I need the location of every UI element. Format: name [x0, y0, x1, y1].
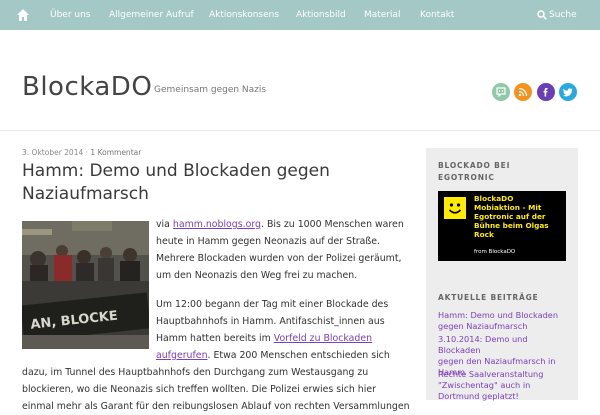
- post-image: AN, BLOCKE: [22, 221, 149, 349]
- rss-icon: [518, 87, 528, 97]
- recent-post-link[interactable]: Hamm: Demo und Blockaden gegen Naziaufma…: [438, 310, 572, 332]
- smiley-icon: [444, 197, 466, 219]
- recent-post-line: Rechte Saalveranstaltung: [438, 369, 544, 379]
- post-title-line-1: Hamm: Demo und Blockaden gegen: [22, 161, 330, 181]
- nav-item-material[interactable]: Material: [364, 0, 401, 30]
- source-link[interactable]: hamm.noblogs.org: [173, 219, 261, 230]
- recent-post-line: "Zwischentag" auch in: [438, 380, 531, 390]
- post-body-line: einmal mehr als Garant für den reibungsl…: [22, 401, 410, 412]
- twitter-link[interactable]: [559, 83, 577, 101]
- search-label: Suche: [549, 10, 577, 20]
- promo-text-line: Bühne beim Olgas: [474, 221, 549, 230]
- recent-post-line: Hamm: Demo und Blockaden: [438, 310, 559, 320]
- promo-text-line: Mobiaktion - Mit: [474, 203, 542, 212]
- post-body-line: via hamm.noblogs.org. Bis zu 1000 Mensch…: [156, 216, 404, 233]
- nav-item-ueber-uns[interactable]: Über uns: [50, 0, 91, 30]
- recent-post-line: Dortmund geplatzt!: [438, 391, 519, 401]
- recent-post-link[interactable]: Rechte Saalveranstaltung "Zwischentag" a…: [438, 369, 572, 402]
- promo-text: BlockaDO Mobiaktion - Mit Egotronic auf …: [474, 194, 564, 239]
- widget-title-line: EGOTRONIC: [438, 173, 495, 182]
- post-body-line: heute in Hamm gegen Neonazis auf der Str…: [156, 236, 380, 247]
- home-icon[interactable]: [16, 8, 30, 22]
- aufgerufen-link[interactable]: aufgerufen: [156, 350, 208, 361]
- sidebar: BLOCKADO BEI EGOTRONIC BlockaDO Mobiakti…: [426, 148, 578, 402]
- site-title[interactable]: BlockaDO: [22, 72, 152, 102]
- widget-title-recent-posts: AKTUELLE BEITRÄGE: [438, 293, 539, 302]
- promo-text-line: BlockaDO: [474, 194, 514, 203]
- nav-item-allgemeiner-aufruf[interactable]: Allgemeiner Aufruf: [109, 0, 194, 30]
- egotronic-promo-link[interactable]: BlockaDO Mobiaktion - Mit Egotronic auf …: [438, 191, 566, 261]
- widget-title-egotronic: BLOCKADO BEI EGOTRONIC: [438, 160, 510, 184]
- promo-text-line: Egotronic auf der: [474, 212, 546, 221]
- promo-text-line: Rock: [474, 230, 494, 239]
- search-icon: [537, 10, 547, 20]
- speech-bubble-link[interactable]: [492, 83, 510, 101]
- post-body-line: Hauptbahnhofs in Hamm. Antifaschist_inne…: [156, 316, 385, 327]
- recent-post-line: gegen Naziaufmarsch: [438, 321, 528, 331]
- site-tagline: Gemeinsam gegen Nazis: [154, 85, 267, 95]
- post-title[interactable]: Hamm: Demo und Blockaden gegen Naziaufma…: [22, 160, 382, 206]
- post-body-line: um den Neonazis den Weg frei zu machen.: [156, 270, 358, 281]
- post-date: 3. Oktober 2014: [22, 148, 84, 157]
- rss-link[interactable]: [514, 83, 532, 101]
- widget-title-line: BLOCKADO BEI: [438, 161, 511, 170]
- promo-source: from BlockaDO: [474, 249, 516, 255]
- body-text: Hamm hatten bereits im: [156, 333, 274, 344]
- body-text: . Bis zu 1000 Menschen waren: [260, 219, 404, 230]
- vorfeld-link[interactable]: Vorfeld zu Blockaden: [274, 333, 372, 344]
- post-body-line: aufgerufen. Etwa 200 Menschen entschiede…: [156, 347, 390, 364]
- nav-item-aktionskonsens[interactable]: Aktionskonsens: [209, 0, 279, 30]
- post-body-line: Hamm hatten bereits im Vorfeld zu Blocka…: [156, 330, 372, 347]
- comments-link[interactable]: 1 Kommentar: [90, 148, 141, 157]
- meta-separator: ·: [85, 148, 89, 157]
- header-divider: [0, 130, 600, 131]
- recent-post-line: gegen den Naziaufmarsch in: [438, 356, 556, 366]
- post-body-line: dazu, im Tunnel des Hauptbahnhofs den Du…: [22, 367, 369, 378]
- post-title-line-2: Naziaufmarsch: [22, 184, 149, 204]
- nav-item-aktionsbild[interactable]: Aktionsbild: [296, 0, 346, 30]
- post-meta: 3. Oktober 2014 · 1 Kommentar: [22, 148, 141, 157]
- post-body-line: Um 12:00 begann der Tag mit einer Blocka…: [156, 299, 389, 310]
- post-body-line: Mehrere Blockaden wurden von der Polizei…: [156, 253, 402, 264]
- nav-item-kontakt[interactable]: Kontakt: [420, 0, 454, 30]
- twitter-icon: [563, 88, 573, 97]
- recent-post-line: 3.10.2014: Demo und Blockaden: [438, 334, 528, 355]
- body-text: . Etwa 200 Menschen entschieden sich: [207, 350, 390, 361]
- facebook-icon: [543, 88, 548, 97]
- speech-bubble-icon: [496, 87, 506, 97]
- post-body-line: blockieren, wo die Neonazis sich treffen…: [22, 384, 376, 395]
- facebook-link[interactable]: [537, 83, 555, 101]
- via-text: via: [156, 219, 173, 230]
- top-navigation: Über uns Allgemeiner Aufruf Aktionskonse…: [0, 0, 600, 30]
